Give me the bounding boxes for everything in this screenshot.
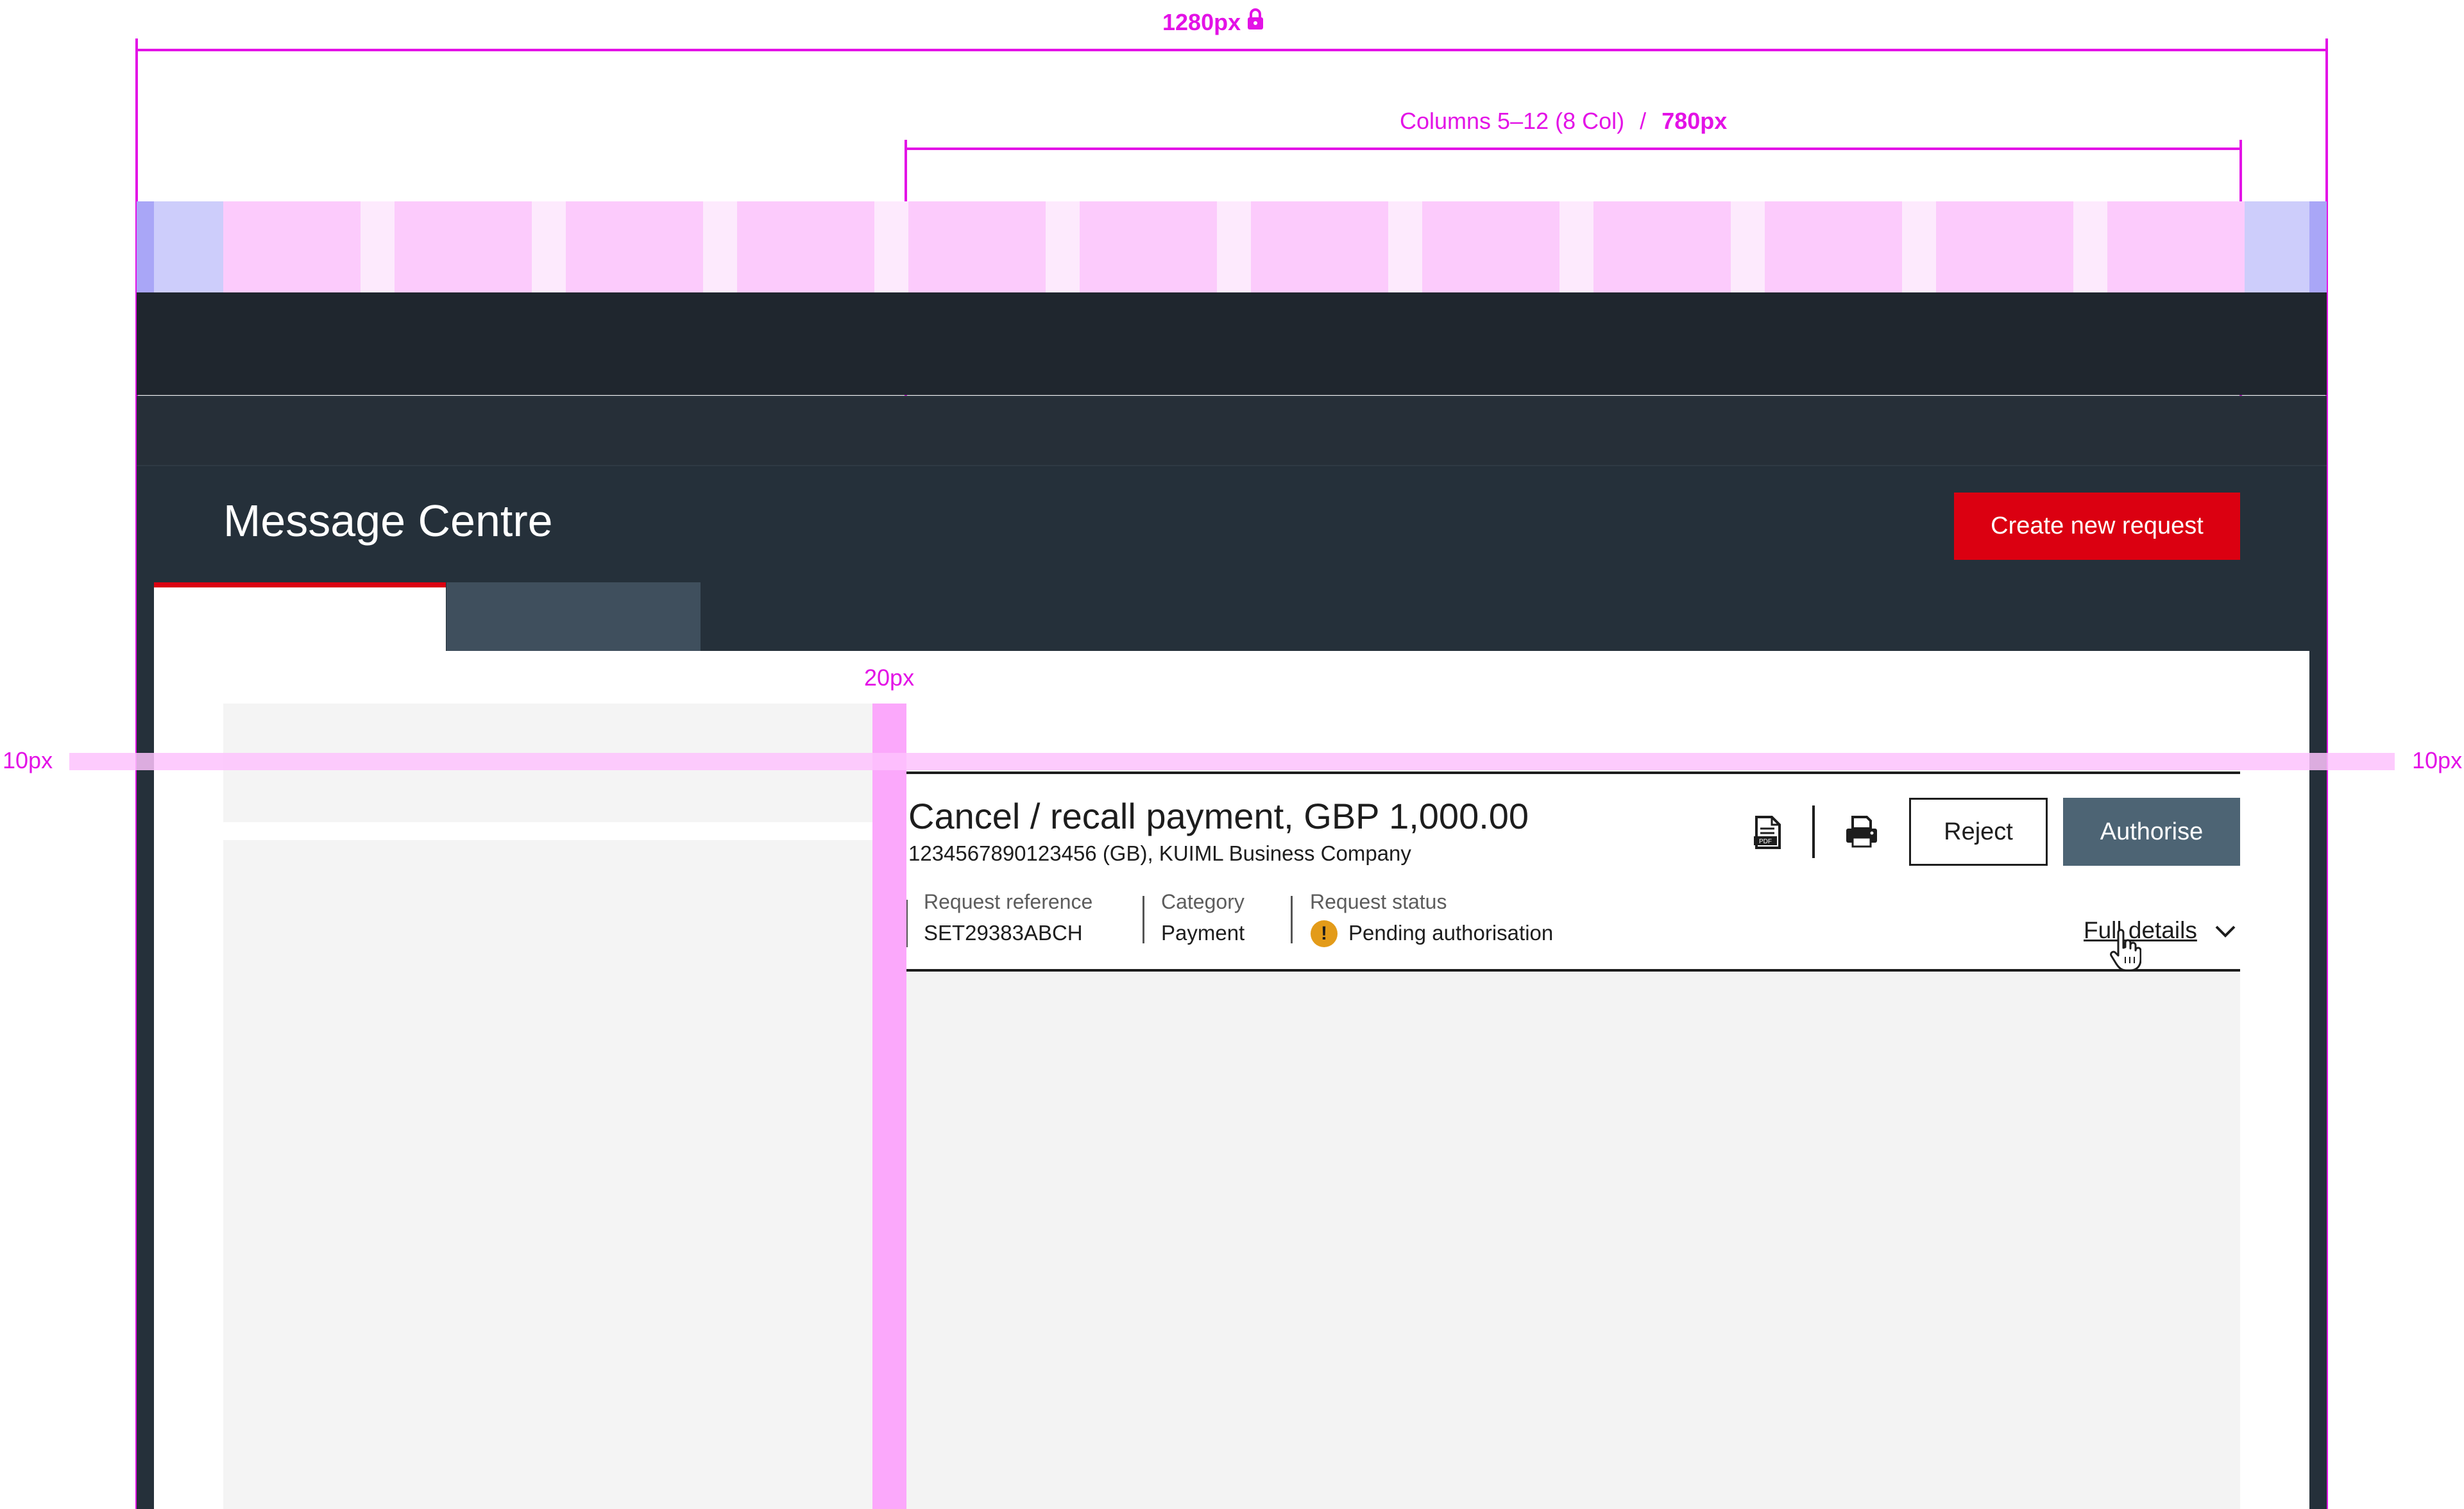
meta-label-status: Request status [1310, 890, 1447, 913]
svg-text:PDF: PDF [1759, 838, 1772, 845]
columns-label-sep: / [1640, 108, 1647, 134]
content-frame-right [2309, 651, 2327, 1509]
grid-gutter [361, 201, 395, 292]
total-width-label: 1280px [1162, 8, 1265, 37]
grid-gutter [2073, 201, 2107, 292]
lock-icon [1246, 8, 1265, 37]
margin-highlight-band [69, 753, 2395, 770]
grid-column [1936, 201, 2073, 292]
total-width-guide-line [137, 49, 2327, 51]
grid-column [1251, 201, 1388, 292]
meta-label-reference: Request reference [924, 890, 1093, 913]
grid-column [1080, 201, 1217, 292]
grid-edge [137, 201, 154, 292]
page-title: Message Centre [223, 496, 553, 546]
grid-margin-right [2240, 201, 2309, 292]
grid-column [908, 201, 1046, 292]
meta-separator [1291, 896, 1293, 943]
pdf-icon[interactable]: PDF [1753, 816, 1782, 849]
request-title: Cancel / recall payment, GBP 1,000.00 [908, 796, 1529, 836]
grid-column [566, 201, 703, 292]
columns-label: Columns 5–12 (8 Col) / 780px [1400, 108, 1727, 135]
grid-column [1765, 201, 1902, 292]
icon-separator [1812, 805, 1815, 858]
grid-gutter [874, 201, 908, 292]
margin-label-left: 10px [3, 747, 53, 773]
grid-margin-left [154, 201, 223, 292]
request-account: 1234567890123456 (GB), KUIML Business Co… [908, 841, 1411, 865]
secondary-navigation-bar [137, 396, 2327, 466]
gutter-highlight [872, 704, 906, 1509]
meta-value-category: Payment [1161, 921, 1245, 945]
create-new-request-button[interactable]: Create new request [1954, 493, 2240, 560]
warning-icon: ! [1311, 920, 1338, 947]
margin-label-right: 10px [2412, 747, 2463, 773]
print-icon[interactable] [1845, 816, 1878, 848]
content-frame-left [137, 651, 154, 1509]
columns-label-text: Columns 5–12 (8 Col) [1400, 108, 1625, 134]
reject-button[interactable]: Reject [1909, 798, 2048, 866]
authorise-button[interactable]: Authorise [2063, 798, 2240, 866]
meta-label-category: Category [1161, 890, 1245, 913]
grid-gutter [1217, 201, 1251, 292]
grid-gutter [1559, 201, 1593, 292]
tab-inactive[interactable] [446, 582, 701, 651]
meta-value-status: Pending authorisation [1348, 921, 1554, 945]
grid-column [2107, 201, 2245, 292]
top-navigation-bar [137, 292, 2327, 395]
total-width-text: 1280px [1162, 8, 1241, 35]
grid-column [395, 201, 532, 292]
columns-guide-line [905, 148, 2241, 150]
grid-gutter [703, 201, 737, 292]
grid-gutter [532, 201, 566, 292]
meta-value-reference: SET29383ABCH [924, 921, 1083, 945]
grid-edge [2309, 201, 2327, 292]
hand-cursor-icon [2109, 929, 2142, 972]
grid-column [223, 201, 361, 292]
grid-gutter [1902, 201, 1936, 292]
request-detail-body-placeholder [906, 972, 2240, 1509]
meta-separator [1143, 896, 1144, 943]
chevron-down-icon[interactable] [2214, 924, 2236, 940]
grid-column [1593, 201, 1731, 292]
grid-gutter [1046, 201, 1080, 292]
grid-column [1422, 201, 1559, 292]
gutter-label: 20px [864, 664, 915, 691]
grid-gutter [1388, 201, 1422, 292]
grid-column [737, 201, 874, 292]
grid-overlay [137, 201, 2327, 292]
tab-active[interactable] [154, 582, 446, 651]
list-body-placeholder [223, 840, 872, 1509]
columns-width-text: 780px [1661, 108, 1728, 134]
grid-gutter [1731, 201, 1765, 292]
